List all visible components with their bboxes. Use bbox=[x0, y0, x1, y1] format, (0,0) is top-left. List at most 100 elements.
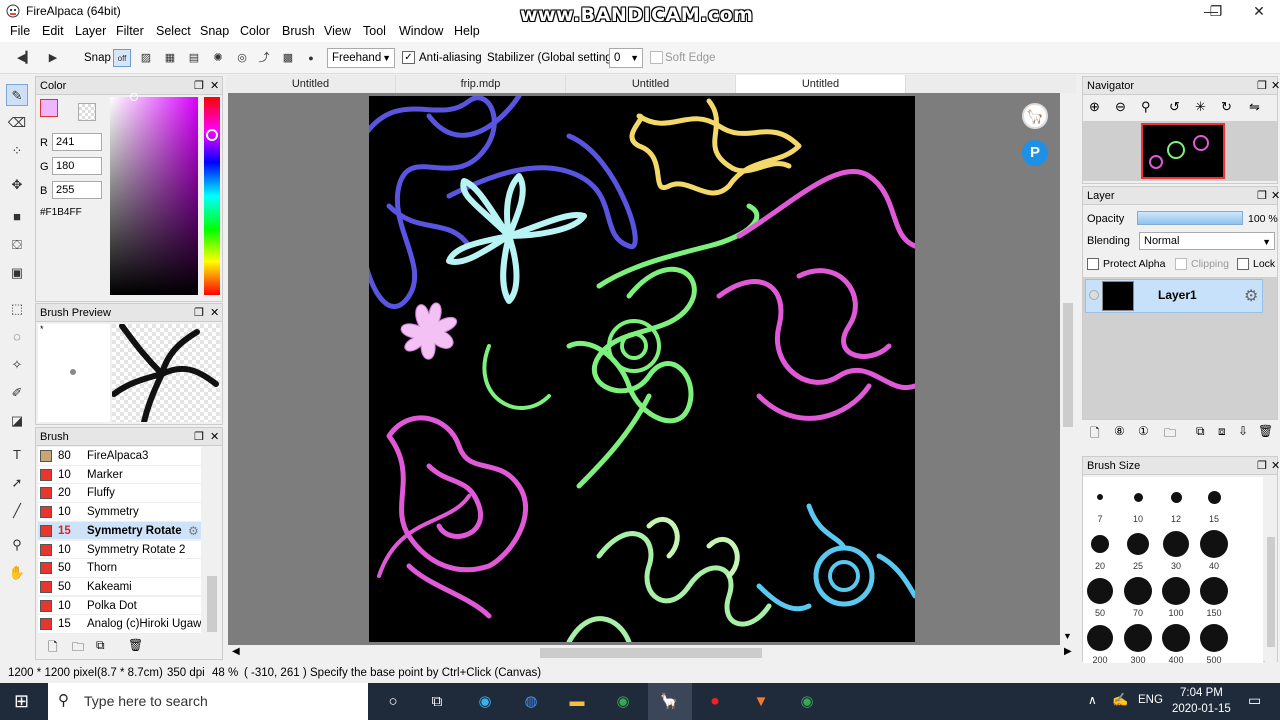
horizontal-scroll-thumb[interactable] bbox=[540, 648, 762, 658]
menu-view[interactable]: View bbox=[320, 24, 355, 38]
task-view-icon[interactable]: ⧉ bbox=[424, 689, 450, 715]
brush-list-item[interactable]: 50 Kakeami bbox=[38, 577, 201, 597]
navigator-thumbnail-area[interactable] bbox=[1083, 121, 1277, 181]
app-chrome-blue-icon[interactable]: ◍ bbox=[518, 689, 544, 715]
panel-float-icon[interactable]: ❐ bbox=[1257, 77, 1267, 95]
new-brush-icon[interactable]: 🗋 bbox=[48, 638, 58, 659]
panel-float-icon[interactable]: ❐ bbox=[1257, 187, 1267, 205]
panel-float-icon[interactable]: ❐ bbox=[1257, 457, 1267, 475]
merge-down-icon[interactable]: ⧈ bbox=[1218, 424, 1226, 439]
select-pen-icon[interactable]: ✐ bbox=[6, 382, 28, 404]
scroll-left-icon[interactable]: ◀ bbox=[232, 646, 240, 657]
lock-checkbox[interactable] bbox=[1237, 258, 1249, 270]
select-tool-icon[interactable]: ⬚ bbox=[6, 298, 28, 320]
close-button[interactable]: ✕ bbox=[1236, 0, 1280, 22]
panel-close-icon[interactable]: ✕ bbox=[1271, 187, 1280, 205]
rotate-right-icon[interactable]: ↻ bbox=[1221, 99, 1232, 115]
select-eraser-icon[interactable]: ◪ bbox=[6, 410, 28, 432]
brush-size-dot[interactable] bbox=[1097, 494, 1103, 500]
panel-float-icon[interactable]: ❐ bbox=[194, 428, 204, 446]
menu-select[interactable]: Select bbox=[152, 24, 195, 38]
brush-size-dot[interactable] bbox=[1207, 490, 1221, 504]
panel-close-icon[interactable]: ✕ bbox=[210, 304, 219, 322]
new-1bit-layer-icon[interactable]: ① bbox=[1138, 424, 1149, 438]
delete-brush-icon[interactable]: 🗑 bbox=[128, 638, 143, 652]
operation-tool-icon[interactable]: ➚ bbox=[6, 472, 28, 494]
move-tool-icon[interactable]: ✥ bbox=[6, 174, 28, 196]
snap-cross-icon[interactable]: ▤ bbox=[185, 49, 203, 67]
brush-size-dot[interactable] bbox=[1133, 492, 1143, 502]
tray-time[interactable]: 7:04 PM bbox=[1180, 687, 1223, 699]
vertical-scrollbar[interactable]: ▼ bbox=[1060, 93, 1076, 645]
softedge-checkbox[interactable] bbox=[650, 51, 663, 64]
menu-file[interactable]: File bbox=[6, 24, 34, 38]
visibility-eye-icon[interactable] bbox=[1089, 290, 1099, 300]
hue-slider-handle[interactable] bbox=[206, 129, 218, 141]
gradient-tool-icon[interactable]: ▣ bbox=[6, 262, 28, 284]
drawing-canvas[interactable] bbox=[369, 96, 915, 642]
pen-tray-icon[interactable]: ✍ bbox=[1112, 692, 1128, 708]
mode-dropdown[interactable]: Freehand ▼ bbox=[327, 48, 395, 68]
tab-untitled-2[interactable]: Untitled bbox=[566, 75, 736, 93]
scroll-right-icon[interactable]: ▶ bbox=[1064, 646, 1072, 657]
brush-list-scrollbar[interactable] bbox=[204, 448, 220, 634]
zoom-out-icon[interactable]: ⊖ bbox=[1115, 99, 1126, 115]
new-layer-icon[interactable]: 🗋 bbox=[1090, 424, 1100, 445]
cortana-icon[interactable]: ○ bbox=[380, 689, 406, 715]
bucket-tool-icon[interactable]: ⛋ bbox=[6, 234, 28, 256]
tab-frip[interactable]: frip.mdp bbox=[396, 75, 566, 93]
brush-size-dot[interactable] bbox=[1124, 624, 1152, 652]
blending-dropdown[interactable]: Normal ▼ bbox=[1139, 232, 1275, 250]
foreground-color-swatch[interactable] bbox=[40, 99, 58, 117]
eyedropper-icon[interactable]: ⚲ bbox=[6, 534, 28, 556]
transparent-color-swatch[interactable] bbox=[78, 103, 96, 121]
taskbar-search-box[interactable]: ⚲ Type here to search bbox=[48, 683, 368, 720]
navigator-viewport[interactable] bbox=[1141, 123, 1225, 179]
layer-settings-gear-icon[interactable]: ⚙ bbox=[1244, 286, 1258, 306]
delete-layer-icon[interactable]: 🗑 bbox=[1258, 424, 1273, 438]
menu-layer[interactable]: Layer bbox=[71, 24, 110, 38]
text-tool-icon[interactable]: T bbox=[6, 444, 28, 466]
magic-wand-icon[interactable]: ✧ bbox=[6, 354, 28, 376]
pen-tool-icon[interactable]: ✎ bbox=[6, 84, 28, 106]
snap-circle-icon[interactable]: ◎ bbox=[233, 49, 251, 67]
snap-off-button[interactable]: off bbox=[113, 49, 131, 67]
antialias-checkbox[interactable]: ✓ bbox=[402, 51, 415, 64]
zoom-in-icon[interactable]: ⊕ bbox=[1089, 99, 1100, 115]
brush-list-item[interactable]: 80 FireAlpaca3 bbox=[38, 447, 201, 466]
layer-move-icon[interactable]: ⇩ bbox=[1238, 424, 1248, 438]
brush-list-item[interactable]: 10 Marker bbox=[38, 465, 201, 485]
brush-list-item[interactable]: 15 Analog (c)Hiroki Ugawa bbox=[38, 615, 201, 634]
alpaca-mascot-icon[interactable]: 🦙 bbox=[1022, 103, 1048, 129]
panel-float-icon[interactable]: ❐ bbox=[194, 304, 204, 322]
language-indicator[interactable]: ENG bbox=[1138, 694, 1163, 706]
b-input[interactable]: 255 bbox=[52, 181, 102, 199]
r-input[interactable]: 241 bbox=[52, 133, 102, 151]
menu-tool[interactable]: Tool bbox=[359, 24, 390, 38]
bandicam-record-icon[interactable]: ⏺ bbox=[702, 689, 728, 715]
brush-size-dot[interactable] bbox=[1162, 624, 1190, 652]
horizontal-scrollbar[interactable]: ◀ ▶ bbox=[228, 645, 1076, 661]
hue-slider[interactable] bbox=[204, 97, 220, 295]
panel-close-icon[interactable]: ✕ bbox=[1271, 77, 1280, 95]
notification-icon[interactable]: ▭ bbox=[1248, 692, 1261, 709]
brush-size-dot[interactable] bbox=[1124, 577, 1152, 605]
play-forward-icon[interactable]: ▶ bbox=[44, 49, 62, 67]
divide-tool-icon[interactable]: ╱ bbox=[6, 500, 28, 522]
brush-size-dot[interactable] bbox=[1087, 625, 1113, 651]
brush-list-scroll-thumb[interactable] bbox=[207, 576, 217, 632]
fill-shape-icon[interactable]: ■ bbox=[6, 206, 28, 228]
menu-snap[interactable]: Snap bbox=[196, 24, 233, 38]
opacity-slider[interactable] bbox=[1137, 211, 1243, 225]
chrome-icon[interactable]: ◉ bbox=[610, 689, 636, 715]
zoom-fit-icon[interactable]: ⚲ bbox=[1141, 99, 1151, 115]
brush-list-item[interactable]: 20 Fluffy bbox=[38, 484, 201, 503]
layer-row-layer1[interactable]: Layer1 ⚙ bbox=[1085, 279, 1263, 313]
chrome-icon-2[interactable]: ◉ bbox=[794, 689, 820, 715]
new-8bit-layer-icon[interactable]: ⑧ bbox=[1114, 424, 1125, 438]
menu-brush[interactable]: Brush bbox=[278, 24, 319, 38]
brush-size-dot[interactable] bbox=[1162, 577, 1190, 605]
menu-color[interactable]: Color bbox=[236, 24, 274, 38]
duplicate-brush-icon[interactable]: ⧉ bbox=[96, 638, 105, 653]
brush-size-dot[interactable] bbox=[1200, 624, 1228, 652]
